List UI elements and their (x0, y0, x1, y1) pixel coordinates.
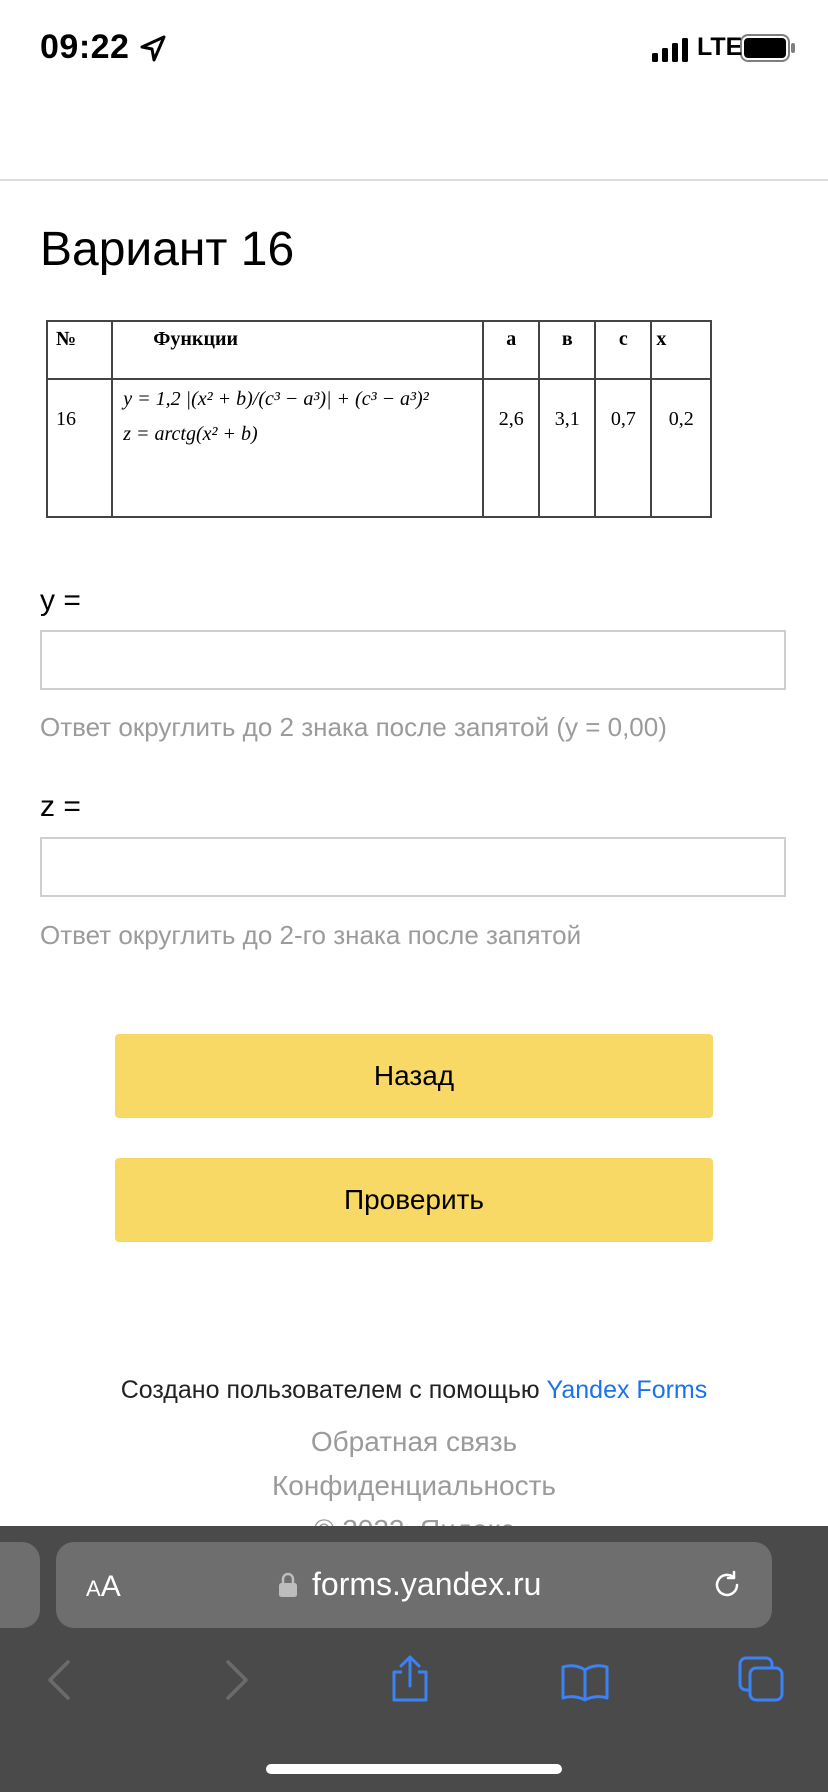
back-arrow-icon[interactable] (44, 1658, 74, 1702)
table-cell-num: 16 (45, 378, 114, 518)
footer-created-text: Создано пользователем с помощью (120, 1376, 540, 1404)
table-cell-c: 0,7 (594, 378, 653, 518)
lock-icon (279, 1572, 297, 1597)
table-header-a: а (482, 320, 541, 380)
reload-icon[interactable] (710, 1568, 744, 1602)
table-header-x: х (650, 320, 712, 380)
y-hint: Ответ округлить до 2 знака после запятой… (40, 712, 667, 742)
reader-settings-button[interactable]: AA (86, 1570, 121, 1604)
url-text[interactable]: forms.yandex.ru (312, 1566, 541, 1603)
yandex-forms-link[interactable]: Yandex Forms (547, 1376, 708, 1404)
footer-created: Создано пользователем с помощью Yandex F… (0, 1376, 828, 1405)
home-indicator (266, 1764, 562, 1774)
table-cell-x: 0,2 (650, 378, 712, 518)
table-cell-functions: y = 1,2 |(x² + b)/(c³ − a³)| + (c³ − a³)… (111, 378, 485, 518)
privacy-link[interactable]: Конфиденциальность (0, 1470, 828, 1502)
battery-icon (740, 34, 795, 62)
z-label: z = (40, 790, 81, 823)
header-divider (0, 179, 828, 181)
z-hint: Ответ округлить до 2-го знака после запя… (40, 920, 582, 950)
forward-arrow-icon[interactable] (222, 1658, 252, 1702)
page-title: Вариант 16 (40, 223, 295, 276)
variant-table: № Функции а в с х 16 y = 1,2 |(x² + b)/(… (45, 320, 716, 518)
y-input[interactable] (40, 630, 786, 690)
back-button[interactable]: Назад (115, 1034, 713, 1118)
table-header-functions: Функции (111, 320, 485, 380)
table-header-num: № (45, 320, 114, 380)
table-row: 16 y = 1,2 |(x² + b)/(c³ − a³)| + (c³ − … (45, 378, 712, 518)
network-type: LTE (697, 33, 743, 61)
formula-y: y = 1,2 |(x² + b)/(c³ − a³)| + (c³ − a³)… (123, 388, 429, 410)
table-cell-b: 3,1 (538, 378, 597, 518)
cellular-signal-icon (652, 38, 688, 62)
bookmarks-icon[interactable] (560, 1662, 610, 1702)
table-cell-a: 2,6 (482, 378, 541, 518)
tabs-icon[interactable] (738, 1656, 784, 1702)
check-button[interactable]: Проверить (115, 1158, 713, 1242)
location-arrow-icon (140, 35, 166, 62)
formula-z: z = arctg(x² + b) (123, 423, 258, 445)
table-header-c: с (594, 320, 653, 380)
share-icon[interactable] (388, 1654, 432, 1704)
y-label: y = (40, 584, 81, 617)
previous-tab-peek[interactable] (0, 1542, 40, 1628)
feedback-link[interactable]: Обратная связь (0, 1426, 828, 1458)
status-bar: 09:22 LTE (0, 0, 828, 100)
table-header-b: в (538, 320, 597, 380)
status-time: 09:22 (40, 28, 130, 66)
z-input[interactable] (40, 837, 786, 897)
